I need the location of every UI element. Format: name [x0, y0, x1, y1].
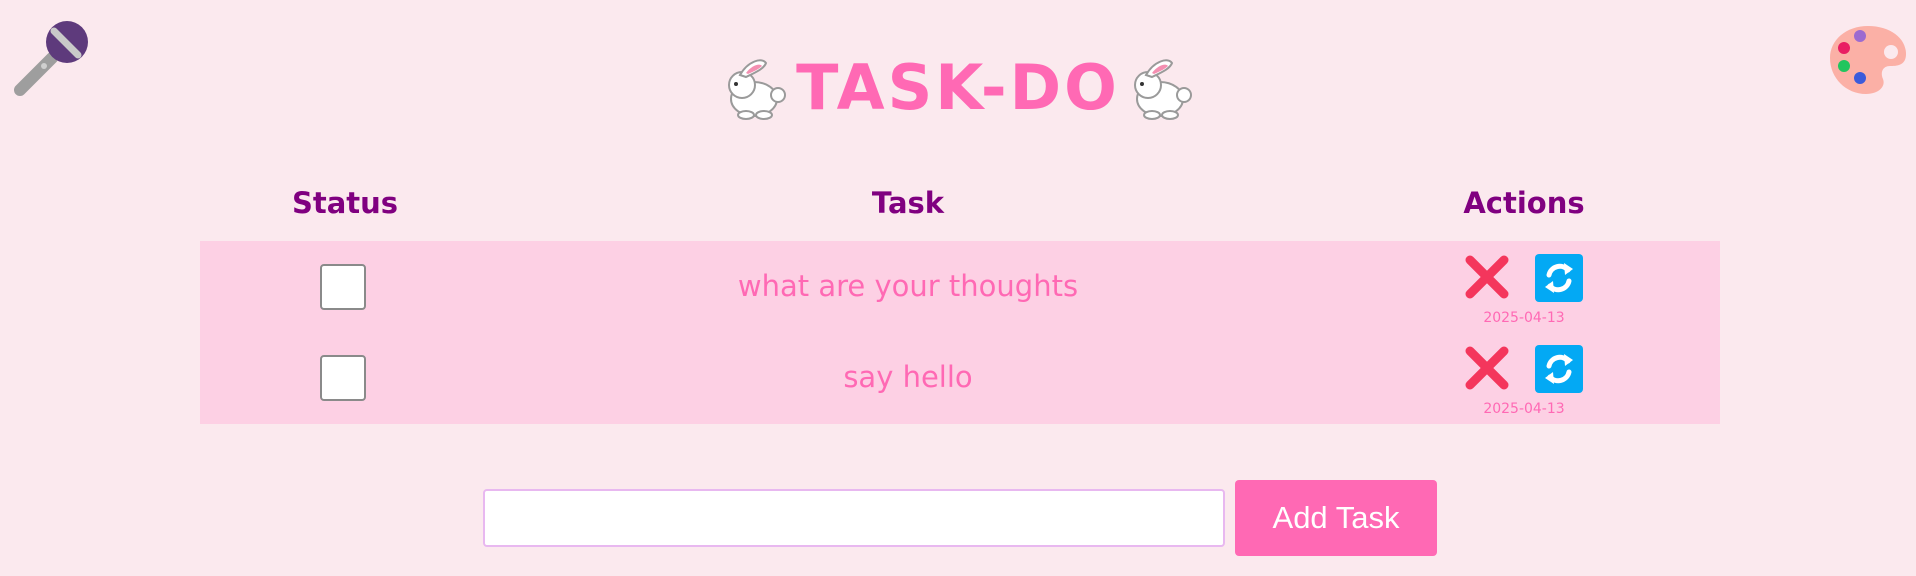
table-row: say hello 2025-04-13	[200, 332, 1720, 424]
add-task-button[interactable]: Add Task	[1235, 480, 1437, 556]
cross-mark-icon	[1465, 346, 1509, 390]
app-title: TASK-DO	[796, 51, 1120, 124]
rabbit-icon	[728, 59, 787, 120]
task-date: 2025-04-13	[1483, 401, 1565, 417]
refresh-icon	[1545, 354, 1573, 384]
delete-button[interactable]	[1462, 252, 1512, 302]
task-text: say hello	[843, 360, 973, 394]
task-table-body: what are your thoughts 2025-04-13 say he…	[200, 241, 1720, 424]
cross-mark-icon	[1465, 255, 1509, 299]
update-button[interactable]	[1535, 345, 1583, 393]
update-button[interactable]	[1535, 254, 1583, 302]
rabbit-icon	[1133, 59, 1192, 120]
refresh-icon	[1545, 263, 1573, 293]
title-row: TASK-DO	[0, 48, 1916, 128]
header-task: Task	[871, 186, 945, 220]
table-row: what are your thoughts 2025-04-13	[200, 241, 1720, 333]
header-status: Status	[291, 186, 399, 220]
delete-button[interactable]	[1462, 343, 1512, 393]
task-text: what are your thoughts	[737, 269, 1079, 303]
task-date: 2025-04-13	[1483, 310, 1565, 326]
table-header: Status Task Actions	[0, 186, 1916, 226]
status-checkbox[interactable]	[320, 264, 366, 310]
status-checkbox[interactable]	[320, 355, 366, 401]
header-actions: Actions	[1463, 186, 1585, 220]
task-input[interactable]	[483, 489, 1225, 547]
